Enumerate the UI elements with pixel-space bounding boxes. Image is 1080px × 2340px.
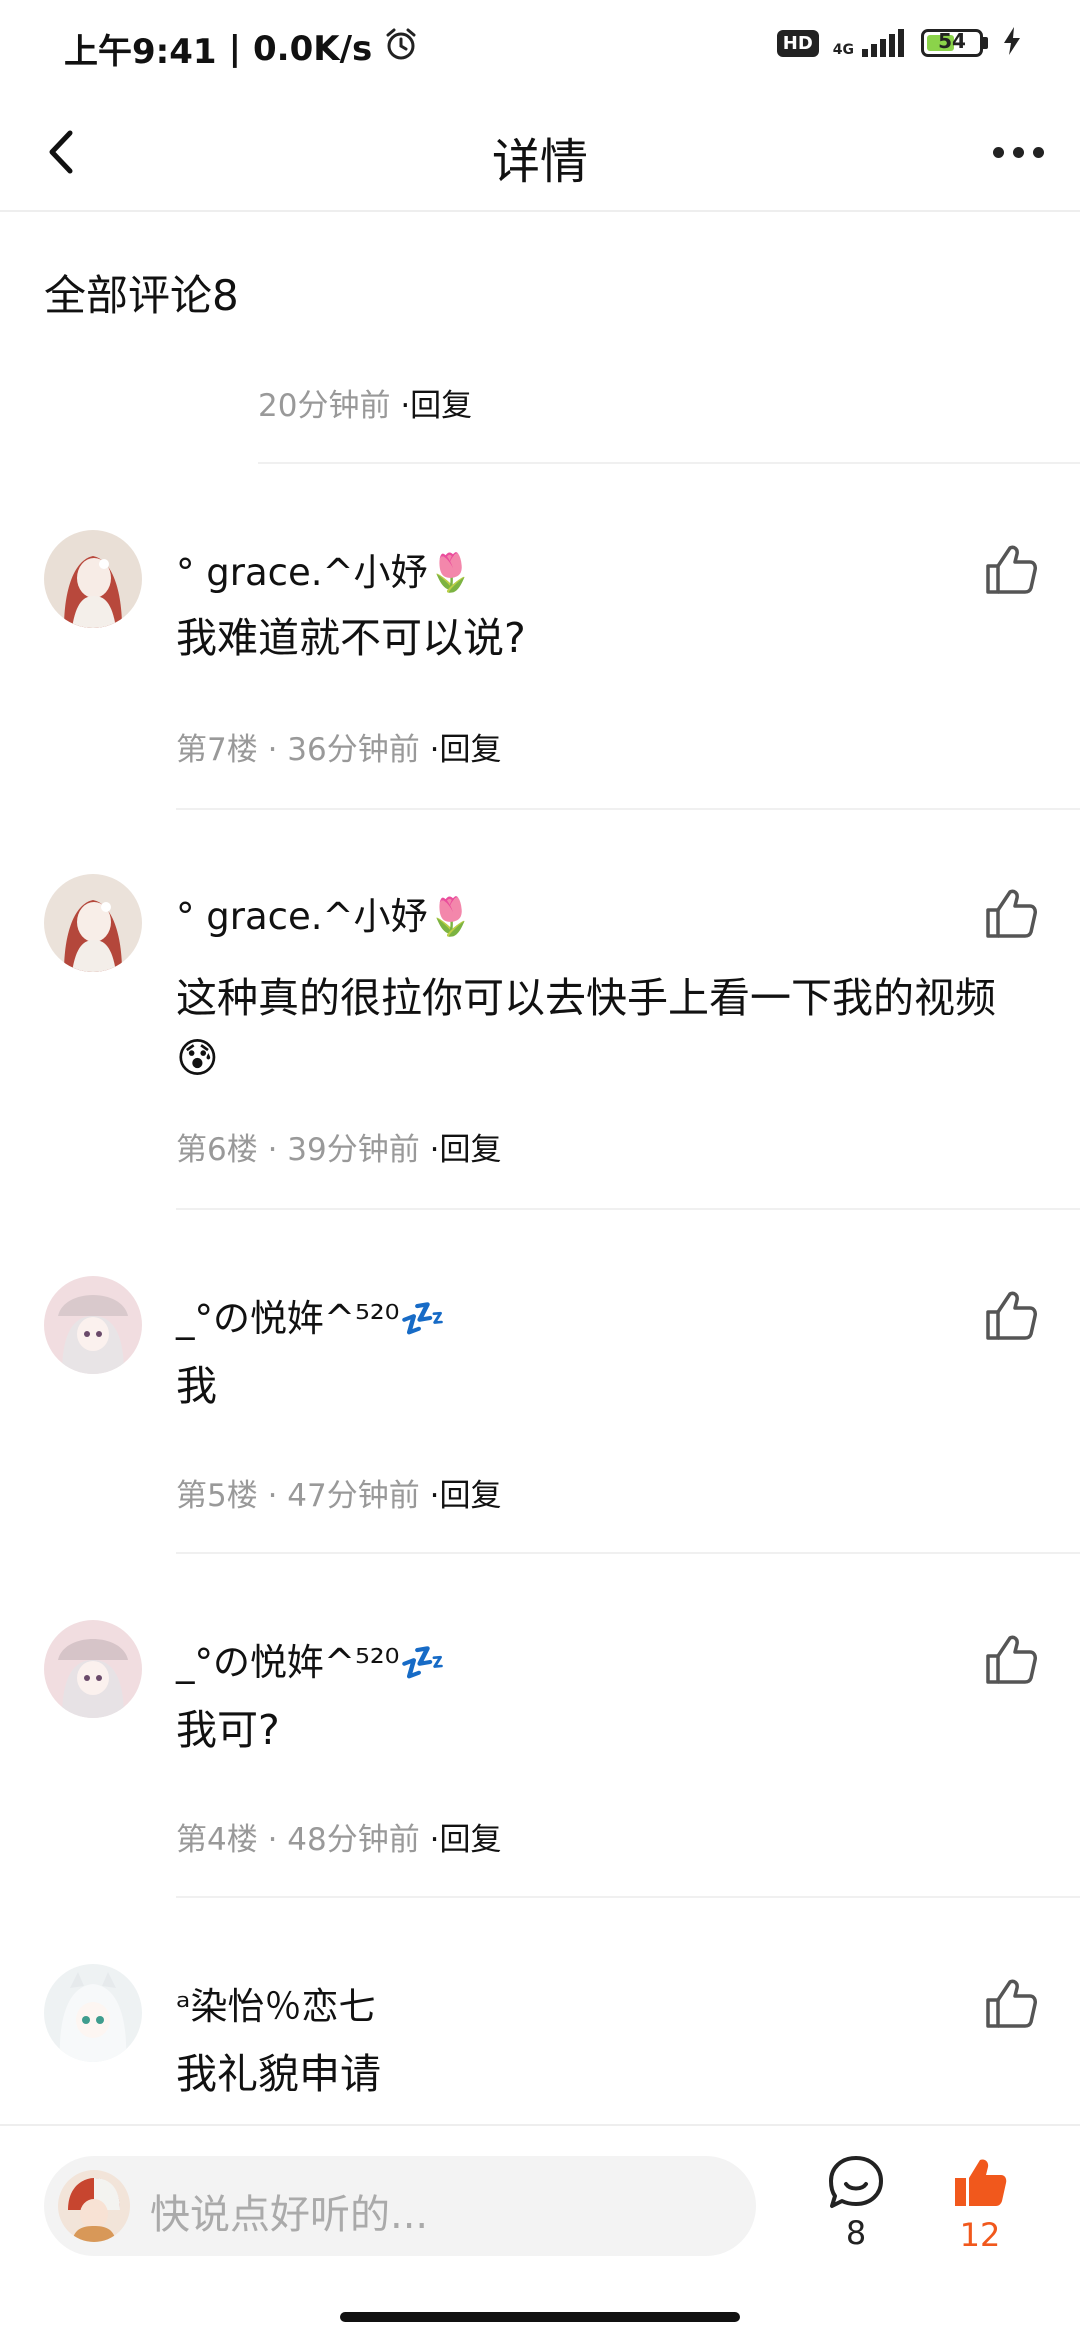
battery-percent: 54	[938, 29, 966, 53]
comment-floor: 第4楼	[176, 1822, 258, 1858]
comment-content: 这种真的很拉你可以去快手上看一下我的视频 😰	[176, 974, 996, 1082]
avatar[interactable]	[44, 530, 142, 628]
comment-count: 8	[845, 2214, 867, 2252]
my-avatar	[58, 2170, 130, 2242]
reply-button[interactable]: ·回复	[430, 732, 502, 768]
home-indicator[interactable]	[340, 2312, 740, 2322]
comment-time: 47分钟前	[287, 1478, 420, 1514]
thumbs-up-icon	[986, 545, 1037, 594]
thumbs-up-icon	[986, 1979, 1037, 2028]
like-button[interactable]	[982, 1286, 1040, 1344]
reply-button[interactable]: ·回复	[430, 1132, 502, 1168]
comment-meta: 第5楼 · 47分钟前 ·回复	[176, 1478, 502, 1514]
comment-time: 48分钟前	[287, 1822, 420, 1858]
thumbs-up-icon	[986, 1291, 1037, 1340]
like-button[interactable]	[982, 884, 1040, 942]
charging-icon	[1002, 26, 1022, 60]
like-button[interactable]	[982, 1974, 1040, 2032]
divider	[176, 1552, 1080, 1554]
comment-time: 20分钟前	[258, 388, 391, 424]
thumbs-up-icon	[986, 889, 1037, 938]
comment-meta: 20分钟前 ·回复	[258, 380, 472, 425]
comment-content: 我礼貌申请	[176, 2050, 381, 2098]
comment-meta: 第4楼 · 48分钟前 ·回复	[176, 1822, 502, 1858]
comment-content: 我难道就不可以说?	[176, 614, 526, 662]
divider	[176, 1208, 1080, 1210]
status-separator: |	[228, 28, 241, 69]
more-icon	[992, 146, 1004, 158]
comment-count-button[interactable]: 8	[820, 2154, 892, 2252]
reply-button[interactable]: ·回复	[430, 1478, 502, 1514]
divider	[176, 808, 1080, 810]
more-button[interactable]	[982, 120, 1054, 184]
like-button[interactable]	[982, 540, 1040, 598]
comment-meta: 第6楼 · 39分钟前 ·回复	[176, 1132, 502, 1168]
like-count: 12	[959, 2216, 1001, 2254]
avatar[interactable]	[44, 1964, 142, 2062]
comment-time: 39分钟前	[287, 1132, 420, 1168]
username[interactable]: ° grace.^小妤🌷	[176, 542, 474, 596]
signal-icon: 4G	[833, 29, 907, 57]
comments-header: 全部评论8	[44, 271, 239, 320]
comment-time: 36分钟前	[287, 732, 420, 768]
avatar[interactable]	[44, 1620, 142, 1718]
alarm-icon	[384, 27, 418, 70]
comment-floor: 第7楼	[176, 732, 258, 768]
comment-content: 我可?	[176, 1706, 280, 1754]
username[interactable]: ᵃ染怡％恋七	[176, 1976, 376, 2030]
input-placeholder: 快说点好听的...	[150, 2192, 429, 2238]
comment-floor: 第5楼	[176, 1478, 258, 1514]
avatar[interactable]	[44, 874, 142, 972]
status-left: 上午9:41 | 0.0K/s	[64, 24, 418, 73]
reply-button[interactable]: ·回复	[400, 388, 472, 424]
hd-badge: HD	[776, 29, 819, 57]
reply-button[interactable]: ·回复	[430, 1822, 502, 1858]
bottom-bar: 快说点好听的... 8 12	[0, 2124, 1080, 2340]
status-speed: 0.0K/s	[253, 28, 373, 69]
comment-floor: 第6楼	[176, 1132, 258, 1168]
comment-meta: 第7楼 · 36分钟前 ·回复	[176, 732, 502, 768]
thumbs-up-filled-icon	[955, 2159, 1007, 2206]
status-time: 上午9:41	[64, 32, 217, 72]
nav-bar: 详情	[0, 96, 1080, 212]
username[interactable]: _°の悦姩^⁵²⁰💤	[176, 1632, 446, 1686]
username[interactable]: ° grace.^小妤🌷	[176, 886, 474, 940]
avatar[interactable]	[44, 1276, 142, 1374]
thumbs-up-icon	[986, 1635, 1037, 1684]
comment-bubble-icon	[829, 2156, 883, 2208]
like-count-button[interactable]: 12	[944, 2154, 1016, 2254]
divider	[176, 1896, 1080, 1898]
comment-input[interactable]: 快说点好听的...	[44, 2156, 756, 2256]
like-button[interactable]	[982, 1630, 1040, 1688]
comment-content: 我	[176, 1362, 217, 1410]
page-title: 详情	[491, 134, 588, 190]
username[interactable]: _°の悦姩^⁵²⁰💤	[176, 1288, 446, 1342]
network-type: 4G	[832, 42, 854, 58]
status-right: HD 4G 54	[776, 26, 1022, 60]
battery-icon: 54	[921, 29, 988, 57]
divider	[258, 462, 1080, 464]
status-bar: 上午9:41 | 0.0K/s HD 4G 54	[0, 0, 1080, 96]
